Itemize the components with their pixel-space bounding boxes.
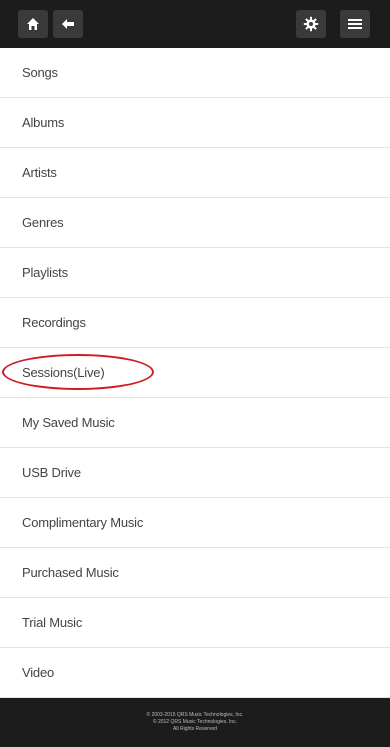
list-item-complimentary-music[interactable]: Complimentary Music bbox=[0, 498, 390, 548]
list-item-genres[interactable]: Genres bbox=[0, 198, 390, 248]
top-toolbar bbox=[0, 0, 390, 48]
list-item-label: Playlists bbox=[22, 265, 68, 280]
list-item-label: Video bbox=[22, 665, 55, 680]
list-item-label: Purchased Music bbox=[22, 565, 119, 580]
list-item-playlists[interactable]: Playlists bbox=[0, 248, 390, 298]
list-item-video[interactable]: Video bbox=[0, 648, 390, 698]
list-item-label: Genres bbox=[22, 215, 64, 230]
menu-button[interactable] bbox=[340, 10, 370, 38]
list-item-purchased-music[interactable]: Purchased Music bbox=[0, 548, 390, 598]
back-button[interactable] bbox=[53, 10, 83, 38]
footer-rights-line: All Rights Reserved bbox=[173, 726, 217, 732]
list-item-sessions-live[interactable]: Sessions(Live) bbox=[0, 348, 390, 398]
footer-copyright-line: © 2003-2015 QRS Music Technologies, Inc. bbox=[146, 712, 244, 718]
list-item-artists[interactable]: Artists bbox=[0, 148, 390, 198]
footer-copyright-line: © 2012 QRS Music Technologies, Inc. bbox=[152, 719, 238, 725]
list-item-usb-drive[interactable]: USB Drive bbox=[0, 448, 390, 498]
footer: © 2003-2015 QRS Music Technologies, Inc.… bbox=[0, 698, 390, 747]
music-category-list: Songs Albums Artists Genres Playlists Re… bbox=[0, 48, 390, 698]
back-arrow-icon bbox=[62, 19, 74, 29]
gear-icon bbox=[303, 16, 319, 32]
settings-button[interactable] bbox=[296, 10, 326, 38]
list-item-label: Complimentary Music bbox=[22, 515, 144, 530]
list-item-label: Albums bbox=[22, 115, 65, 130]
list-item-label: Trial Music bbox=[22, 615, 83, 630]
list-item-recordings[interactable]: Recordings bbox=[0, 298, 390, 348]
list-item-songs[interactable]: Songs bbox=[0, 48, 390, 98]
list-item-label: Songs bbox=[22, 65, 58, 80]
list-item-trial-music[interactable]: Trial Music bbox=[0, 598, 390, 648]
list-item-my-saved-music[interactable]: My Saved Music bbox=[0, 398, 390, 448]
list-item-albums[interactable]: Albums bbox=[0, 98, 390, 148]
home-button[interactable] bbox=[18, 10, 48, 38]
home-icon bbox=[27, 18, 39, 30]
list-item-label: My Saved Music bbox=[22, 415, 115, 430]
list-item-label: Artists bbox=[22, 165, 57, 180]
list-item-label: Sessions(Live) bbox=[22, 365, 105, 380]
list-item-label: Recordings bbox=[22, 315, 86, 330]
list-item-label: USB Drive bbox=[22, 465, 81, 480]
menu-icon bbox=[348, 19, 362, 29]
